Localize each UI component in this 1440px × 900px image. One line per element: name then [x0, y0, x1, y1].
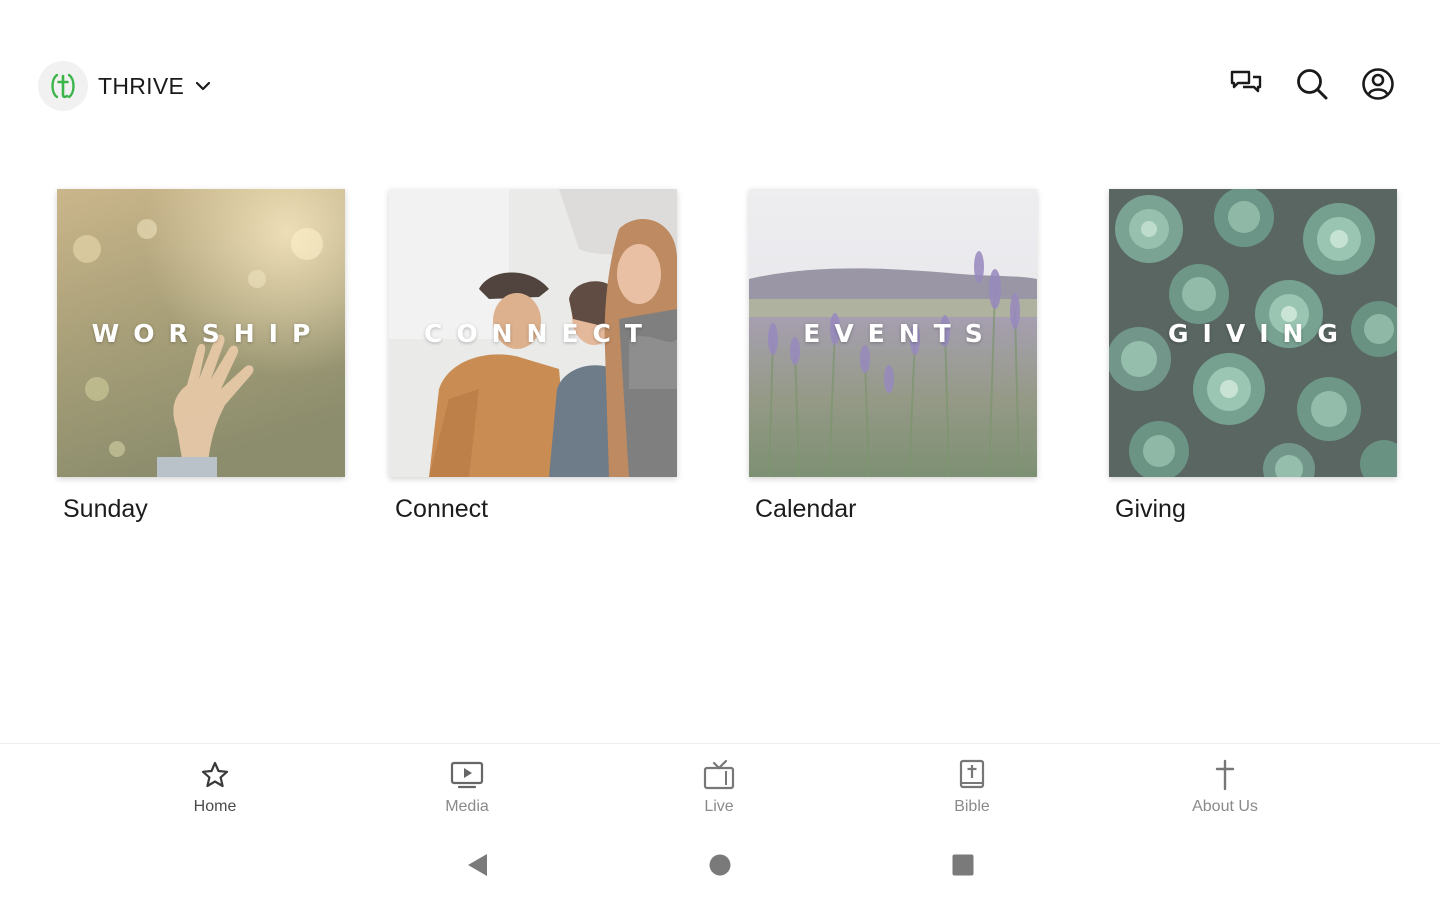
tile-giving[interactable]: GIVING Giving — [1109, 189, 1397, 524]
home-circle-icon[interactable] — [705, 850, 735, 880]
media-icon — [449, 758, 485, 792]
recents-icon[interactable] — [948, 850, 978, 880]
connect-image: CONNECT — [389, 189, 677, 477]
search-icon[interactable] — [1294, 64, 1330, 104]
events-image: EVENTS — [749, 189, 1037, 477]
thrive-logo-icon — [38, 61, 88, 111]
nav-item-home[interactable]: Home — [145, 758, 285, 816]
top-app-bar: THRIVE — [0, 0, 1440, 170]
tv-icon — [702, 758, 736, 792]
back-icon[interactable] — [462, 850, 492, 880]
tile-connect[interactable]: CONNECT Connect — [389, 189, 677, 524]
tile-overlay-text: WORSHIP — [91, 319, 325, 348]
tile-calendar[interactable]: EVENTS Calendar — [749, 189, 1037, 524]
star-icon — [200, 758, 230, 792]
tile-overlay-text: GIVING — [1168, 319, 1352, 348]
nav-label: Live — [704, 798, 734, 815]
nav-item-live[interactable]: Live — [649, 758, 789, 816]
tile-overlay-text: CONNECT — [424, 319, 656, 348]
bottom-navigation: Home Media Live Bible About Us — [0, 743, 1440, 835]
nav-item-bible[interactable]: Bible — [902, 758, 1042, 816]
tile-overlay-text: EVENTS — [803, 319, 997, 348]
tile-label: Calendar — [755, 495, 857, 523]
nav-item-about-us[interactable]: About Us — [1155, 758, 1295, 816]
app-screen: THRIVE WORSHIP Sunday CONNECT Connect EV… — [0, 0, 1440, 900]
nav-label: Media — [445, 798, 489, 815]
nav-label: Home — [193, 798, 237, 815]
tile-sunday[interactable]: WORSHIP Sunday — [57, 189, 345, 524]
nav-label: Bible — [954, 798, 990, 815]
header-actions — [1228, 64, 1396, 104]
tile-label: Connect — [395, 495, 489, 523]
brand-name: THRIVE — [98, 72, 185, 99]
account-icon[interactable] — [1360, 64, 1396, 104]
nav-label: About Us — [1192, 798, 1258, 815]
tile-label: Giving — [1115, 495, 1186, 523]
messages-icon[interactable] — [1228, 64, 1264, 104]
giving-image: GIVING — [1109, 189, 1397, 477]
nav-item-media[interactable]: Media — [397, 758, 537, 816]
worship-image: WORSHIP — [57, 189, 345, 477]
cross-icon — [1212, 758, 1238, 792]
chevron-down-icon — [194, 80, 212, 92]
system-navigation-bar — [0, 838, 1440, 890]
campus-selector[interactable]: THRIVE — [38, 60, 212, 112]
tile-label: Sunday — [63, 495, 148, 523]
bible-icon — [957, 758, 987, 792]
